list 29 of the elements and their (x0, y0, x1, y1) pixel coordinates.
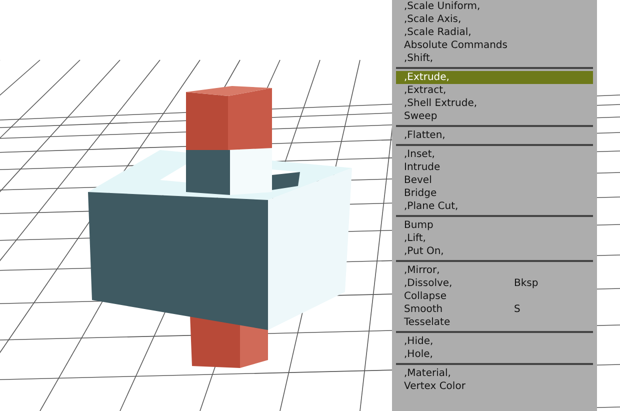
menu-item[interactable]: Absolute Commands (396, 39, 593, 52)
menu-item[interactable]: ,Shift, (396, 52, 593, 65)
menu-item[interactable]: ,Scale Radial, (396, 26, 593, 39)
menu-item[interactable]: ,Material, (396, 367, 593, 380)
menu-item[interactable]: Smooth S (396, 303, 593, 316)
menu-item[interactable]: ,Lift, (396, 232, 593, 245)
menu-item[interactable]: Tesselate (396, 316, 593, 329)
menu-item[interactable]: ,Dissolve, Bksp (396, 277, 593, 290)
menu-item[interactable]: Vertex Color (396, 380, 593, 393)
menu-item[interactable]: ,Put On, (396, 245, 593, 258)
shortcut-label: S (514, 303, 520, 316)
menu-item[interactable]: ,Plane Cut, (396, 200, 593, 213)
menu-item[interactable]: ,Shell Extrude, (396, 97, 593, 110)
menu-item[interactable]: ,Hole, (396, 348, 593, 361)
menu-item[interactable]: ,Hide, (396, 335, 593, 348)
menu-item[interactable]: ,Extrude, (396, 71, 593, 84)
menu-item[interactable]: Intrude (396, 161, 593, 174)
menu-item[interactable]: Bevel (396, 174, 593, 187)
menu-item[interactable]: Sweep (396, 110, 593, 123)
menu-item[interactable]: ,Scale Uniform, (396, 0, 593, 13)
shortcut-label: Bksp (514, 277, 538, 290)
menu-item[interactable]: ,Inset, (396, 148, 593, 161)
menu-item[interactable]: Collapse (396, 290, 593, 303)
menu-item[interactable]: ,Flatten, (396, 129, 593, 142)
menu-item[interactable]: Bump (396, 219, 593, 232)
menu-item[interactable]: Bridge (396, 187, 593, 200)
menu-item[interactable]: ,Extract, (396, 84, 593, 97)
menu-item[interactable]: ,Mirror, (396, 264, 593, 277)
menu-item[interactable]: ,Scale Axis, (396, 13, 593, 26)
